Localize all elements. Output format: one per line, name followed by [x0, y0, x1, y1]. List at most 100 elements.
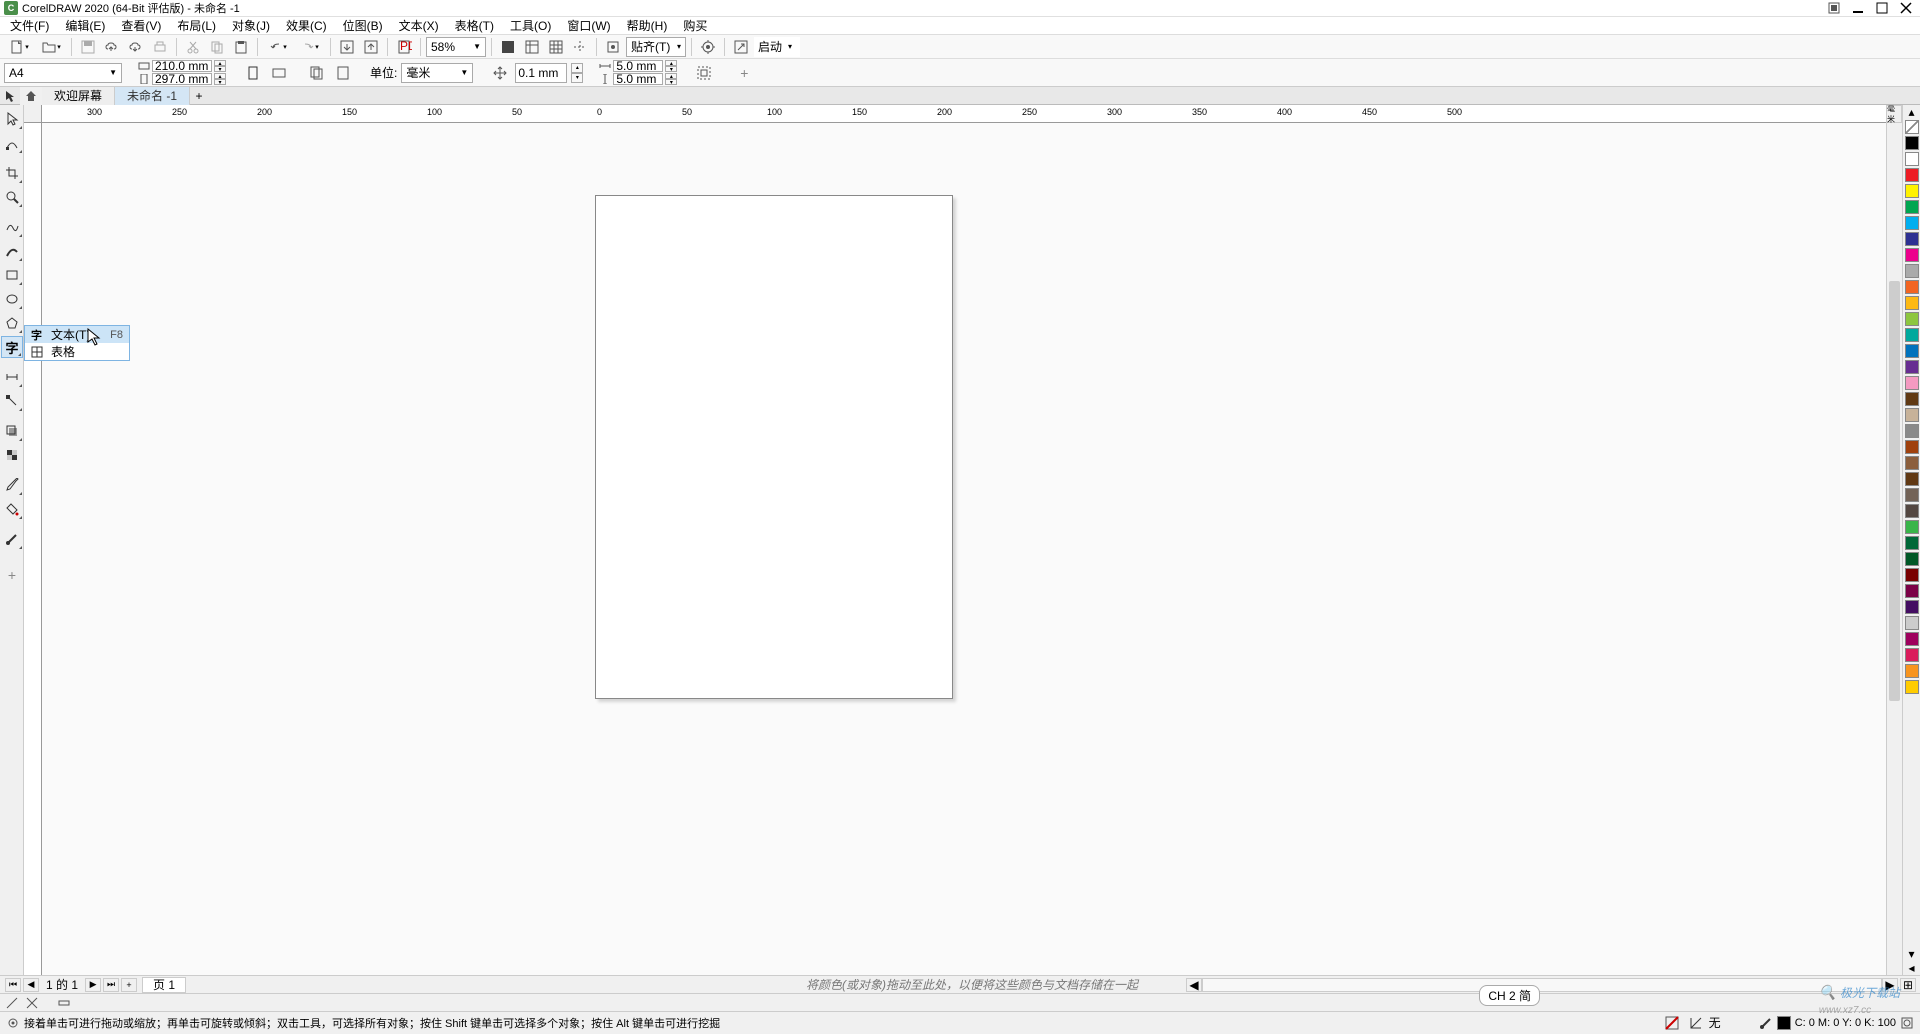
gear-icon[interactable]	[6, 1016, 20, 1030]
cut-button[interactable]	[182, 37, 204, 57]
launch-icon[interactable]	[730, 37, 752, 57]
color-swatch[interactable]	[1905, 600, 1919, 614]
cloud-down-button[interactable]	[125, 37, 147, 57]
page-height-input[interactable]: 297.0 mm	[152, 73, 212, 85]
page-width-input[interactable]: 210.0 mm	[152, 60, 212, 72]
current-page-button[interactable]	[332, 63, 354, 83]
maximize-button[interactable]	[1872, 1, 1892, 15]
menu-effect[interactable]: 效果(C)	[278, 17, 335, 34]
dynamic-guide-button[interactable]	[56, 996, 72, 1010]
eyedropper-tool[interactable]	[1, 474, 23, 496]
menu-window[interactable]: 窗口(W)	[559, 17, 618, 34]
text-tool[interactable]: 字	[1, 336, 23, 358]
portrait-button[interactable]	[242, 63, 264, 83]
connector-tool[interactable]	[1, 390, 23, 412]
color-swatch[interactable]	[1905, 504, 1919, 518]
menu-help[interactable]: 帮助(H)	[619, 17, 676, 34]
shape-tool[interactable]	[1, 132, 23, 154]
canvas[interactable]	[42, 123, 1884, 975]
fill-indicator-icon[interactable]	[1665, 1016, 1685, 1030]
landscape-button[interactable]	[268, 63, 290, 83]
palette-expand-button[interactable]: ◂	[1903, 961, 1920, 975]
undo-button[interactable]: ▾	[263, 37, 293, 57]
add-preset-button[interactable]: +	[733, 63, 755, 83]
color-swatch[interactable]	[1905, 616, 1919, 630]
dup-y-spinner[interactable]: ▴▾	[665, 73, 677, 85]
import-button[interactable]	[336, 37, 358, 57]
menu-text[interactable]: 文本(X)	[391, 17, 447, 34]
color-swatch[interactable]	[1905, 536, 1919, 550]
live-guide-button[interactable]	[4, 996, 20, 1010]
open-button[interactable]: ▾	[36, 37, 66, 57]
crop-tool[interactable]	[1, 162, 23, 184]
options-button[interactable]	[697, 37, 719, 57]
color-model-icon[interactable]	[1900, 1016, 1914, 1030]
freehand-tool[interactable]	[1, 216, 23, 238]
ruler-corner[interactable]	[24, 105, 42, 123]
artistic-media-tool[interactable]	[1, 240, 23, 262]
ime-indicator[interactable]: CH 2 简	[1479, 985, 1540, 1006]
drop-shadow-tool[interactable]	[1, 420, 23, 442]
color-swatch[interactable]	[1905, 520, 1919, 534]
snap-off-button[interactable]	[602, 37, 624, 57]
outline-indicator-icon[interactable]	[1689, 1016, 1705, 1030]
nav-last-button[interactable]: ⏭	[103, 978, 119, 992]
page-tab[interactable]: 页 1	[142, 977, 186, 993]
menu-object[interactable]: 对象(J)	[224, 17, 278, 34]
color-swatch[interactable]	[1905, 552, 1919, 566]
nav-prev-button[interactable]: ◀	[23, 978, 39, 992]
show-rulers-button[interactable]	[521, 37, 543, 57]
navigator-button[interactable]: ⊞	[1900, 978, 1916, 992]
add-tool-button[interactable]: +	[1, 564, 23, 586]
tablet-mode-icon[interactable]	[1824, 1, 1844, 15]
treat-as-filled-button[interactable]	[693, 63, 715, 83]
color-swatch[interactable]	[1905, 360, 1919, 374]
color-swatch[interactable]	[1905, 152, 1919, 166]
export-button[interactable]	[360, 37, 382, 57]
menu-buy[interactable]: 购买	[675, 17, 715, 34]
menu-edit[interactable]: 编辑(E)	[57, 17, 113, 34]
color-swatch[interactable]	[1905, 248, 1919, 262]
minimize-button[interactable]	[1848, 1, 1868, 15]
color-swatch[interactable]	[1905, 328, 1919, 342]
menu-file[interactable]: 文件(F)	[2, 17, 57, 34]
color-swatch[interactable]	[1905, 632, 1919, 646]
horizontal-scrollbar[interactable]	[1202, 978, 1882, 992]
menu-view[interactable]: 查看(V)	[113, 17, 169, 34]
color-swatch[interactable]	[1905, 136, 1919, 150]
color-swatch[interactable]	[1905, 312, 1919, 326]
menu-table[interactable]: 表格(T)	[447, 17, 502, 34]
all-pages-button[interactable]	[306, 63, 328, 83]
color-swatch[interactable]	[1905, 296, 1919, 310]
parallel-dimension-tool[interactable]	[1, 366, 23, 388]
show-grid-button[interactable]	[545, 37, 567, 57]
document-tab[interactable]: 未命名 -1	[115, 87, 190, 105]
horizontal-ruler[interactable]: 3002502001501005005010015020025030035040…	[42, 105, 1902, 123]
color-swatch[interactable]	[1905, 440, 1919, 454]
menu-bitmap[interactable]: 位图(B)	[335, 17, 391, 34]
new-button[interactable]: ▾	[4, 37, 34, 57]
pick-tool-tab[interactable]	[0, 87, 20, 105]
nav-first-button[interactable]: ⏮	[5, 978, 21, 992]
color-swatch[interactable]	[1905, 648, 1919, 662]
color-swatch[interactable]	[1905, 456, 1919, 470]
hscroll-left[interactable]: ◀	[1186, 978, 1202, 992]
zoom-combo[interactable]: 58% ▼	[426, 37, 486, 57]
nudge-input[interactable]: 0.1 mm	[515, 63, 567, 83]
nudge-spinner[interactable]: ▴▾	[571, 63, 583, 83]
polygon-tool[interactable]	[1, 312, 23, 334]
outline-color-swatch[interactable]	[1777, 1016, 1791, 1030]
zoom-tool[interactable]	[1, 186, 23, 208]
color-swatch[interactable]	[1905, 472, 1919, 486]
print-button[interactable]	[149, 37, 171, 57]
fill-tool[interactable]	[1, 498, 23, 520]
pick-tool[interactable]	[1, 108, 23, 130]
color-swatch[interactable]	[1905, 264, 1919, 278]
color-swatch[interactable]	[1905, 680, 1919, 694]
zoom-dropdown-icon[interactable]: ▼	[473, 42, 481, 51]
copy-button[interactable]	[206, 37, 228, 57]
color-swatch[interactable]	[1905, 184, 1919, 198]
paste-button[interactable]	[230, 37, 252, 57]
menu-layout[interactable]: 布局(L)	[169, 17, 224, 34]
width-spinner[interactable]: ▴▾	[214, 60, 226, 72]
